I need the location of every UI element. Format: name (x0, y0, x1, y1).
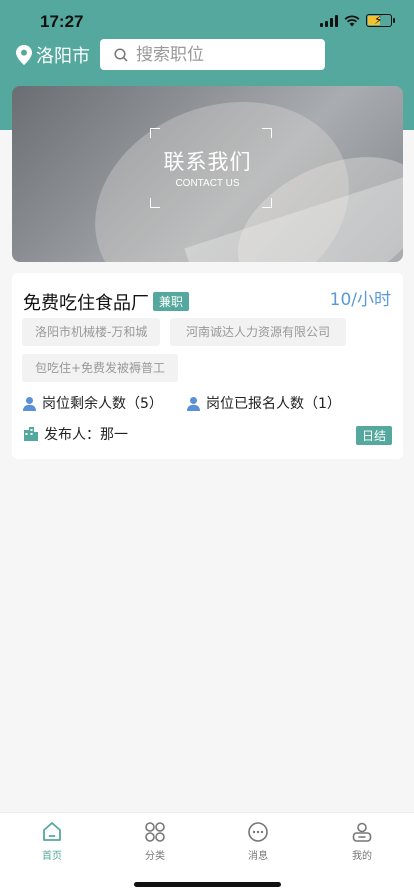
remaining-count-label: 岗位剩余人数（5） (42, 396, 163, 412)
tab-profile-label: 我的 (352, 851, 372, 862)
category-icon (145, 822, 165, 842)
tab-home-label: 首页 (42, 851, 62, 862)
settlement-badge: 日结 (355, 426, 392, 445)
frame-corner (150, 128, 160, 138)
message-icon (248, 822, 268, 842)
person-icon (187, 396, 200, 411)
banner-title: 联系我们 (163, 150, 252, 174)
job-location-chip: 洛阳市机械楼-万和城 (22, 318, 161, 346)
city-selector[interactable]: 洛阳市 (16, 42, 90, 68)
tab-home[interactable]: 首页 (22, 821, 82, 862)
person-icon (23, 396, 36, 411)
home-icon (43, 822, 61, 841)
search-icon (114, 47, 128, 62)
job-salary: 10/小时 (329, 290, 391, 310)
location-pin-icon (16, 45, 32, 65)
profile-icon (352, 822, 372, 842)
top-header: 洛阳市 (0, 38, 414, 72)
home-indicator (134, 882, 281, 887)
remaining-count: 岗位剩余人数（5） (22, 393, 163, 413)
frame-corner (262, 128, 272, 138)
frame-corner (262, 198, 272, 208)
wifi-icon (344, 14, 360, 26)
publisher: 发布人：那一 (23, 424, 128, 444)
banner-subtitle: CONTACT US (175, 178, 240, 189)
tab-messages-label: 消息 (248, 851, 268, 862)
tab-category-label: 分类 (145, 851, 165, 862)
tab-category[interactable]: 分类 (125, 821, 185, 862)
building-icon (24, 427, 38, 441)
job-type-badge: 兼职 (153, 292, 190, 311)
battery-icon: ⚡ (366, 13, 395, 27)
frame-corner (150, 198, 160, 208)
job-company-chip: 河南诚达人力资源有限公司 (170, 318, 347, 346)
job-title: 免费吃住食品厂 (23, 293, 149, 314)
status-icons: ⚡ (320, 13, 395, 27)
publisher-label: 发布人：那一 (44, 427, 128, 443)
applied-count: 岗位已报名人数（1） (186, 393, 341, 413)
signal-icon (320, 14, 338, 27)
search-input[interactable] (136, 44, 306, 65)
contact-banner[interactable]: 联系我们 CONTACT US (12, 86, 403, 262)
city-label: 洛阳市 (36, 46, 90, 67)
job-card[interactable]: 免费吃住食品厂 兼职 10/小时 洛阳市机械楼-万和城 河南诚达人力资源有限公司… (12, 273, 403, 459)
status-time: 17:27 (40, 12, 84, 31)
search-box[interactable] (100, 39, 325, 70)
tab-messages[interactable]: 消息 (228, 821, 288, 862)
applied-count-label: 岗位已报名人数（1） (206, 396, 341, 412)
tab-profile[interactable]: 我的 (332, 821, 392, 862)
job-benefit-chip: 包吃住+免费发被褥普工 (22, 354, 179, 382)
